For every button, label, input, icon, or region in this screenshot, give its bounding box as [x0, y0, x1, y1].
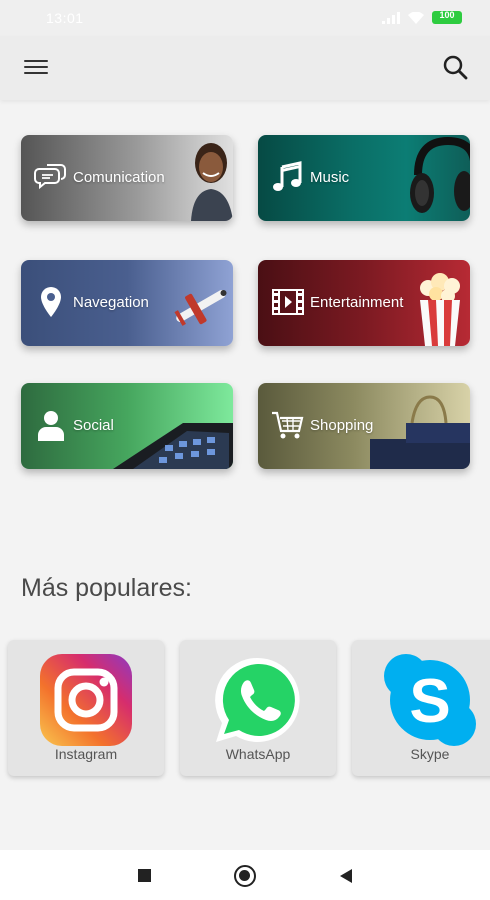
headphones-image: [410, 136, 470, 213]
category-navigation[interactable]: Navegation: [21, 260, 233, 346]
music-note-icon: [273, 161, 302, 191]
category-communication[interactable]: Comunication: [21, 135, 233, 221]
svg-text:S: S: [409, 667, 450, 736]
map-pin-icon: [41, 287, 61, 317]
app-name: Instagram: [54, 746, 118, 762]
app-bar: [0, 36, 490, 100]
popcorn-image: [420, 273, 460, 346]
category-label: Entertainment: [310, 294, 404, 311]
battery-level: 100: [439, 10, 455, 20]
person-photo: [191, 143, 233, 221]
whatsapp-logo-icon: [215, 657, 300, 742]
category-label: Music: [310, 169, 350, 186]
app-card-whatsapp[interactable]: WhatsApp: [180, 640, 336, 776]
person-icon: [38, 411, 64, 441]
category-music[interactable]: Music: [258, 135, 470, 221]
chat-bubbles-icon: [34, 164, 66, 190]
signal-icon: [382, 11, 400, 24]
triangle-back-icon[interactable]: [340, 869, 352, 883]
status-icons: 100: [382, 10, 462, 24]
battery-icon: 100: [432, 10, 462, 24]
category-label: Navegation: [73, 294, 149, 311]
square-icon[interactable]: [138, 869, 151, 882]
circle-icon[interactable]: [234, 865, 256, 887]
status-time: 13:01: [46, 10, 84, 26]
section-title-popular: Más populares:: [21, 574, 192, 602]
hamburger-icon[interactable]: [22, 56, 50, 80]
category-label: Shopping: [310, 417, 374, 434]
shopping-bag-image: [370, 395, 470, 469]
smartphone-image: [113, 423, 233, 469]
instagram-logo-icon: [40, 654, 132, 746]
shopping-cart-icon: [272, 411, 304, 439]
category-entertainment[interactable]: Entertainment: [258, 260, 470, 346]
system-nav-bar: [0, 850, 490, 900]
skype-logo-icon: S: [384, 654, 476, 746]
search-icon[interactable]: [440, 52, 470, 82]
wifi-icon: [408, 11, 424, 24]
airplane-image: [174, 290, 227, 326]
film-icon: [272, 289, 304, 315]
category-shopping[interactable]: Shopping: [258, 383, 470, 469]
category-label: Comunication: [73, 169, 165, 186]
app-name: Skype: [410, 746, 450, 762]
status-bar: 13:01 100: [0, 0, 490, 36]
app-screen: 13:01 100 Comunication Music Navegation …: [0, 0, 490, 900]
app-name: WhatsApp: [225, 746, 291, 762]
app-card-instagram[interactable]: Instagram: [8, 640, 164, 776]
app-card-skype[interactable]: S Skype: [352, 640, 490, 776]
category-social[interactable]: Social: [21, 383, 233, 469]
